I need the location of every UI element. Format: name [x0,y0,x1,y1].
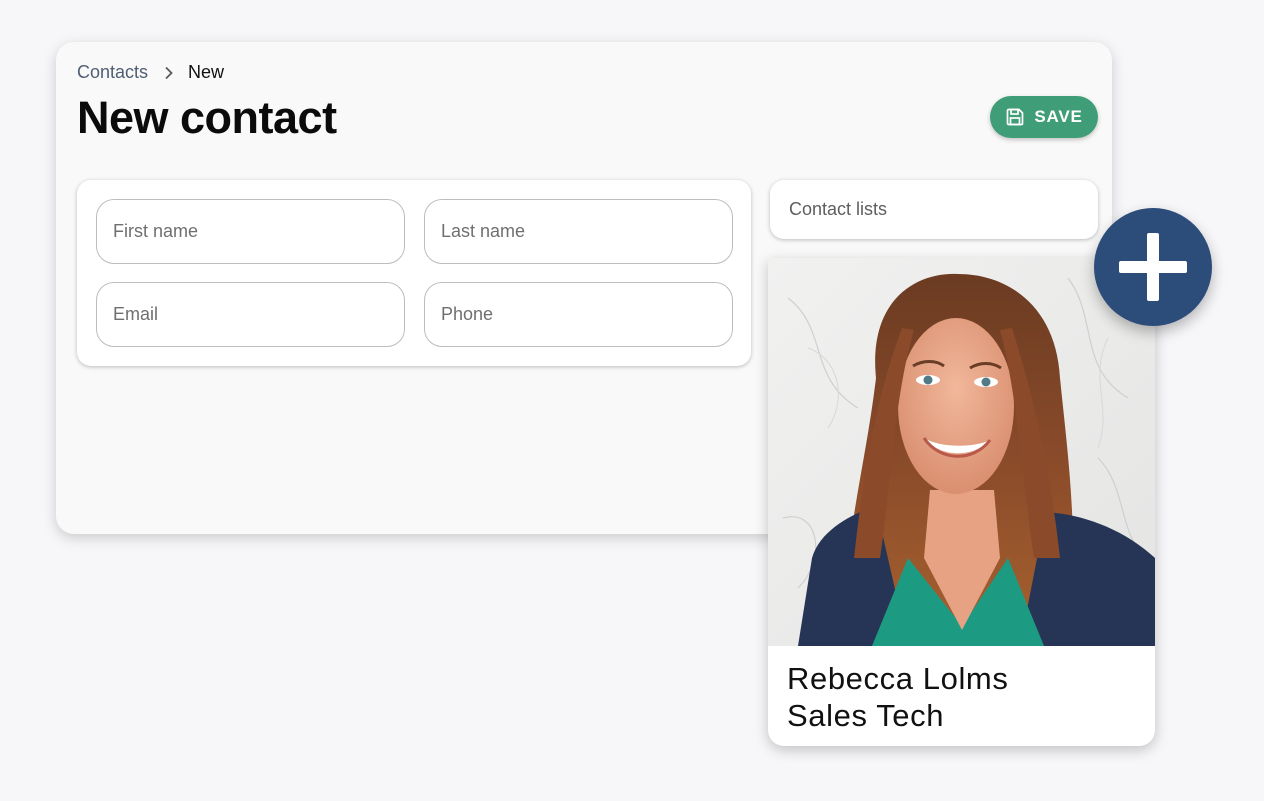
chevron-right-icon [164,66,174,80]
contact-lists-label: Contact lists [789,199,888,219]
breadcrumb-contacts-link[interactable]: Contacts [77,62,148,83]
breadcrumb-current: New [188,62,225,82]
profile-name: Rebecca Lolms [787,661,1009,696]
page-title: New contact [77,92,337,143]
profile-photo [768,258,1155,646]
save-button[interactable]: SAVE [990,96,1098,138]
contact-lists-selector[interactable]: Contact lists [770,180,1098,239]
breadcrumb: Contacts New [77,62,224,83]
profile-role: Sales Tech [787,698,945,733]
profile-card: Rebecca Lolms Sales Tech [768,258,1155,746]
add-contact-button[interactable] [1094,208,1212,326]
plus-icon [1117,231,1189,303]
phone-field[interactable] [424,282,733,347]
last-name-field[interactable] [424,199,733,264]
save-button-label: SAVE [1034,107,1083,126]
floppy-disk-icon [1005,107,1025,127]
email-field[interactable] [96,282,405,347]
first-name-field[interactable] [96,199,405,264]
contact-form-card [77,180,751,366]
